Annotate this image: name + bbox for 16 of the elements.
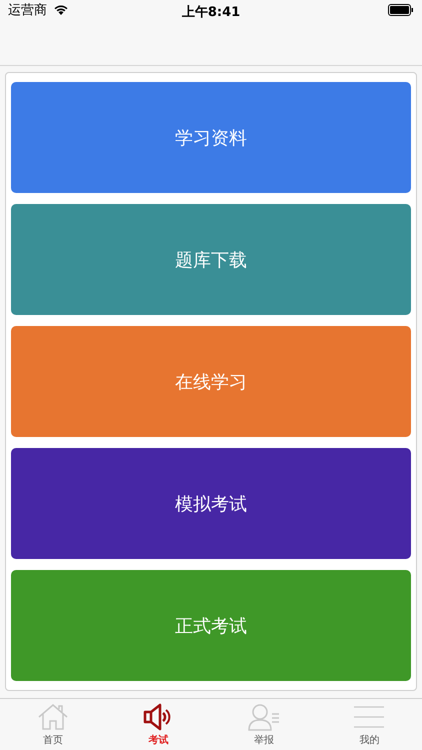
menu-button[interactable]: 在线学习 bbox=[11, 326, 411, 437]
clock-time: 上午8:41 bbox=[182, 5, 240, 20]
tab-item[interactable]: 考试 bbox=[106, 699, 211, 749]
wifi-icon bbox=[53, 4, 69, 16]
menu-button[interactable]: 题库下载 bbox=[11, 204, 411, 315]
tab-item[interactable]: 首页 bbox=[0, 699, 106, 749]
menu-button[interactable]: 模拟考试 bbox=[11, 448, 411, 559]
user-list-icon bbox=[246, 703, 281, 731]
menu-button[interactable]: 学习资料 bbox=[11, 82, 411, 193]
home-icon bbox=[36, 703, 69, 731]
tab-item[interactable]: 举报 bbox=[211, 699, 316, 749]
battery-icon bbox=[388, 4, 414, 16]
menu-button[interactable]: 正式考试 bbox=[11, 570, 411, 681]
speaker-icon bbox=[143, 703, 174, 731]
carrier-name: 运营商 bbox=[8, 2, 47, 19]
tab-item[interactable]: 我的 bbox=[316, 699, 422, 749]
